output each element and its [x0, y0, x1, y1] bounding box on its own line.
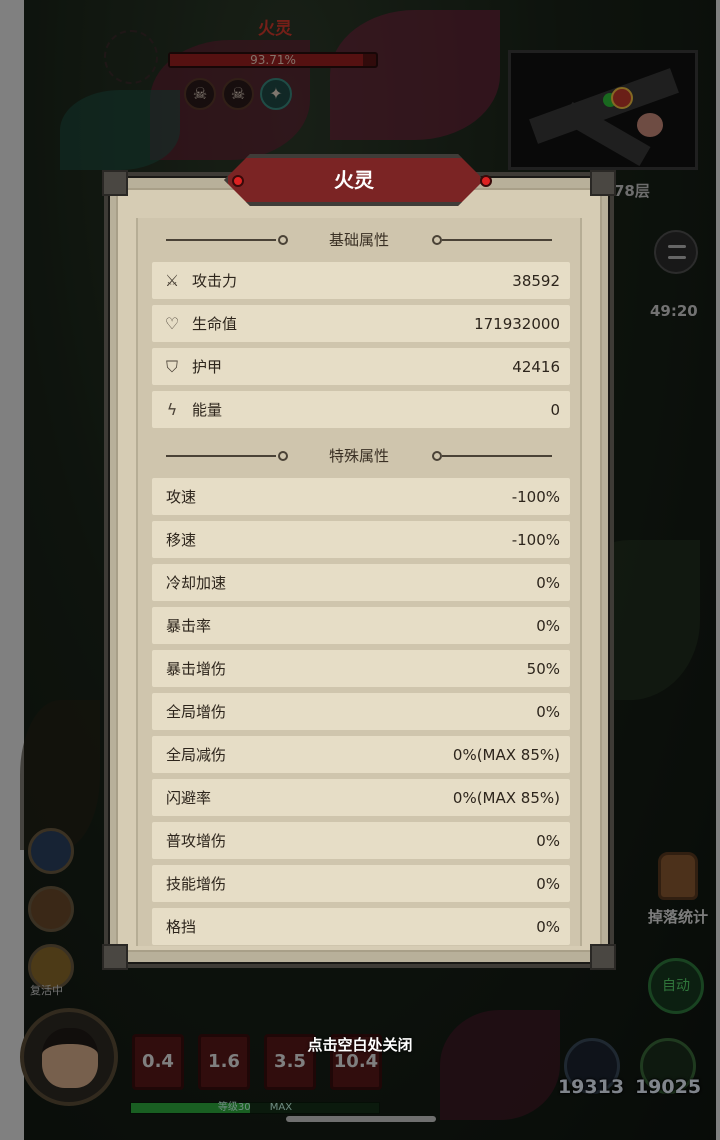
stat-value: 0%	[536, 616, 560, 635]
stat-label: 全局减伤	[166, 746, 227, 764]
panel-title: 火灵	[334, 168, 374, 192]
stat-label: 闪避率	[166, 789, 212, 807]
special-attributes-list: 攻速 -100% 移速 -100% 冷却加速 0% 暴击率 0% 暴击增伤 50% 全局增伤 0% 全局…	[138, 478, 580, 945]
divider-dot	[278, 451, 288, 461]
stat-label: 技能增伤	[166, 875, 227, 893]
divider-line	[166, 239, 276, 241]
stat-value: -100%	[511, 487, 560, 506]
stat-label: 攻速	[166, 488, 197, 506]
special-attributes-header: 特殊属性	[138, 434, 580, 478]
panel-corner	[590, 944, 616, 970]
energy-icon: ϟ	[166, 399, 178, 419]
sword-icon: ⚔	[164, 270, 180, 290]
stat-label: 移速	[166, 531, 197, 549]
stat-label: 攻击力	[192, 272, 238, 290]
stat-row: 闪避率 0%(MAX 85%)	[152, 779, 570, 816]
panel-corner	[102, 170, 128, 196]
stat-value: 38592	[512, 271, 560, 290]
basic-attributes-header: 基础属性	[138, 218, 580, 262]
stat-value: 42416	[512, 357, 560, 376]
stat-row: 全局增伤 0%	[152, 693, 570, 730]
divider-line	[442, 239, 552, 241]
stat-row: 移速 -100%	[152, 521, 570, 558]
stat-value: 50%	[526, 659, 560, 678]
home-indicator	[286, 1116, 436, 1122]
stat-row: ⚔ 攻击力 38592	[152, 262, 570, 299]
stat-value: 0%(MAX 85%)	[452, 745, 560, 764]
stat-row: 全局减伤 0%(MAX 85%)	[152, 736, 570, 773]
stat-row: 普攻增伤 0%	[152, 822, 570, 859]
stat-label: 冷却加速	[166, 574, 227, 592]
panel-corner	[102, 944, 128, 970]
stat-row: ϟ 能量 0	[152, 391, 570, 428]
divider-dot	[278, 235, 288, 245]
special-attributes-title: 特殊属性	[328, 447, 389, 465]
stat-row: ♡ 生命值 171932000	[152, 305, 570, 342]
divider-line	[166, 455, 276, 457]
stat-value: -100%	[511, 530, 560, 549]
stat-label: 全局增伤	[166, 703, 227, 721]
panel-corner	[590, 170, 616, 196]
divider-line	[442, 455, 552, 457]
stat-value: 0%(MAX 85%)	[452, 788, 560, 807]
stat-row: 攻速 -100%	[152, 478, 570, 515]
stat-row: 暴击增伤 50%	[152, 650, 570, 687]
divider-dot	[432, 235, 442, 245]
stat-label: 格挡	[166, 918, 197, 936]
stat-row: ⛉ 护甲 42416	[152, 348, 570, 385]
stat-value: 0%	[536, 831, 560, 850]
stat-label: 暴击增伤	[166, 660, 227, 678]
close-hint: 点击空白处关闭	[307, 1036, 413, 1054]
stat-value: 0%	[536, 573, 560, 592]
boss-stats-panel: 火灵 基础属性 ⚔ 攻击力 38592 ♡ 生命值 171932000 ⛉ 护甲 42416 ϟ 能…	[102, 154, 616, 970]
basic-attributes-list: ⚔ 攻击力 38592 ♡ 生命值 171932000 ⛉ 护甲 42416 ϟ 能量 0	[138, 262, 580, 428]
heart-icon: ♡	[164, 313, 180, 333]
stat-label: 生命值	[192, 315, 238, 333]
stat-value: 0%	[536, 702, 560, 721]
stat-value: 0%	[536, 917, 560, 936]
stat-value: 171932000	[474, 314, 560, 333]
stat-row: 冷却加速 0%	[152, 564, 570, 601]
stat-row: 格挡 0%	[152, 908, 570, 945]
stat-value: 0	[550, 400, 560, 419]
stat-label: 护甲	[192, 358, 223, 376]
stat-label: 普攻增伤	[166, 832, 227, 850]
shield-icon: ⛉	[165, 356, 178, 376]
stat-row: 技能增伤 0%	[152, 865, 570, 902]
stat-row: 暴击率 0%	[152, 607, 570, 644]
stat-label: 能量	[192, 401, 223, 419]
basic-attributes-title: 基础属性	[328, 231, 389, 249]
stat-value: 0%	[536, 874, 560, 893]
stats-scroll-area[interactable]: 基础属性 ⚔ 攻击力 38592 ♡ 生命值 171932000 ⛉ 护甲 42416 ϟ 能量 0 …	[136, 218, 582, 946]
stat-label: 暴击率	[166, 617, 212, 635]
divider-dot	[432, 451, 442, 461]
